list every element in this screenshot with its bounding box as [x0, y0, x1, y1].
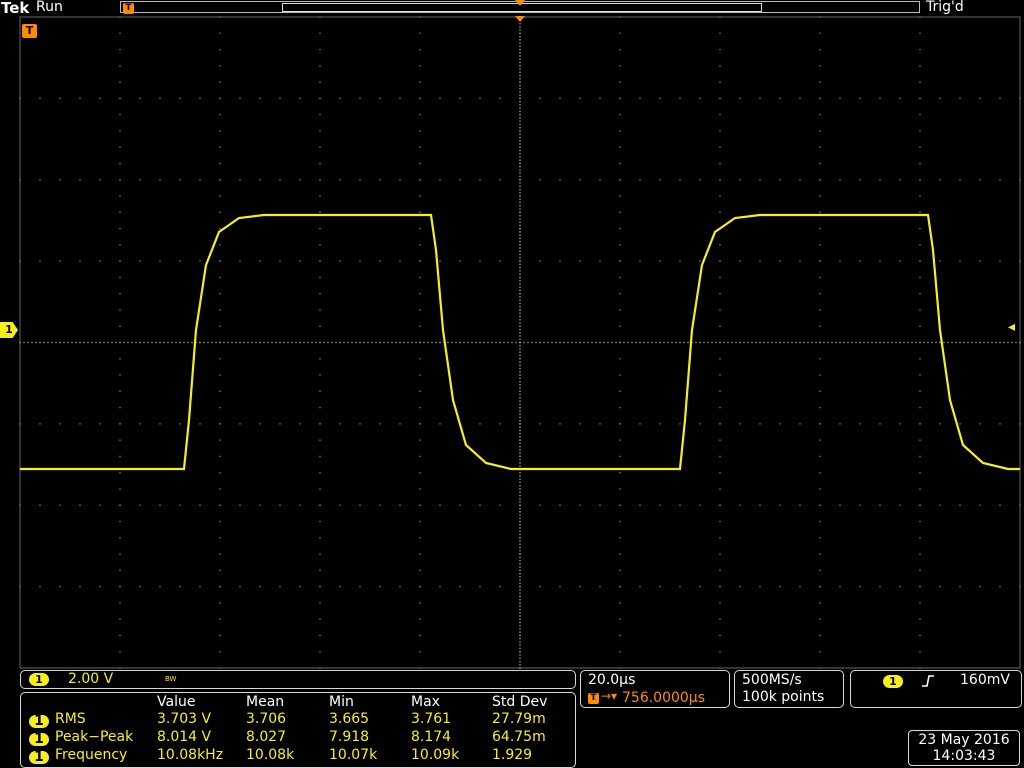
horizontal-position: 756.0000µs	[622, 690, 706, 706]
vertical-scale: 2.00 V	[68, 671, 114, 687]
date: 23 May 2016	[918, 732, 1010, 748]
trigger-level: 160mV	[960, 672, 1010, 688]
expansion-point-icon[interactable]: T	[22, 24, 37, 38]
record-length: 100k points	[742, 689, 825, 705]
measurement-max: 8.174	[411, 729, 452, 745]
waveform-graticule[interactable]	[0, 0, 1024, 670]
measurement-value: 3.703 V	[157, 711, 212, 727]
channel-badge: 1	[29, 732, 49, 746]
channel-1-scale-box[interactable]: 1 2.00 V BW	[20, 670, 576, 689]
trigger-source-badge: 1	[883, 675, 903, 688]
trigger-level-icon[interactable]: ◂	[1008, 319, 1015, 335]
column-header-std-dev: Std Dev	[492, 694, 548, 710]
delay-arrow-icon: →▾	[601, 689, 618, 703]
measurement-mean: 3.706	[246, 711, 287, 727]
trigger-box[interactable]: 1 160mV	[850, 670, 1022, 708]
measurement-std-dev: 27.79m	[492, 711, 546, 727]
measurement-max: 10.09k	[411, 747, 460, 763]
column-header-mean: Mean	[246, 694, 285, 710]
measurement-std-dev: 64.75m	[492, 729, 546, 745]
measurement-name: RMS	[55, 711, 86, 727]
date-time-box[interactable]: 23 May 2016 14:03:43	[908, 730, 1020, 766]
measurements-panel[interactable]: Value Mean Min Max Std Dev 1 RMS 3.703 V…	[20, 692, 576, 768]
time: 14:03:43	[932, 748, 996, 764]
column-header-min: Min	[329, 694, 354, 710]
measurement-mean: 8.027	[246, 729, 287, 745]
measurement-name: Peak−Peak	[55, 729, 134, 745]
measurement-max: 3.761	[411, 711, 452, 727]
horizontal-scale: 20.0µs	[588, 672, 636, 688]
acquisition-box[interactable]: 500MS/s 100k points	[734, 670, 844, 708]
timebase-box[interactable]: 20.0µs T →▾ 756.0000µs	[580, 670, 730, 708]
trigger-position-icon[interactable]	[515, 16, 525, 22]
column-header-max: Max	[411, 694, 440, 710]
measurement-name: Frequency	[55, 747, 128, 763]
rising-edge-icon	[922, 675, 934, 687]
timebase-trigger-icon: T	[588, 693, 599, 704]
measurement-min: 10.07k	[329, 747, 378, 763]
measurement-std-dev: 1.929	[492, 747, 533, 763]
measurement-value: 10.08kHz	[157, 747, 224, 763]
column-header-value: Value	[157, 694, 196, 710]
channel-badge: 1	[29, 714, 49, 728]
bandwidth-limit-icon: BW	[165, 675, 177, 683]
channel-badge: 1	[29, 750, 49, 764]
measurement-min: 3.665	[329, 711, 370, 727]
measurement-value: 8.014 V	[157, 729, 212, 745]
sample-rate: 500MS/s	[742, 672, 802, 688]
measurement-mean: 10.08k	[246, 747, 295, 763]
channel-badge: 1	[29, 673, 49, 686]
measurement-min: 7.918	[329, 729, 370, 745]
graticule-grid	[19, 16, 1021, 669]
